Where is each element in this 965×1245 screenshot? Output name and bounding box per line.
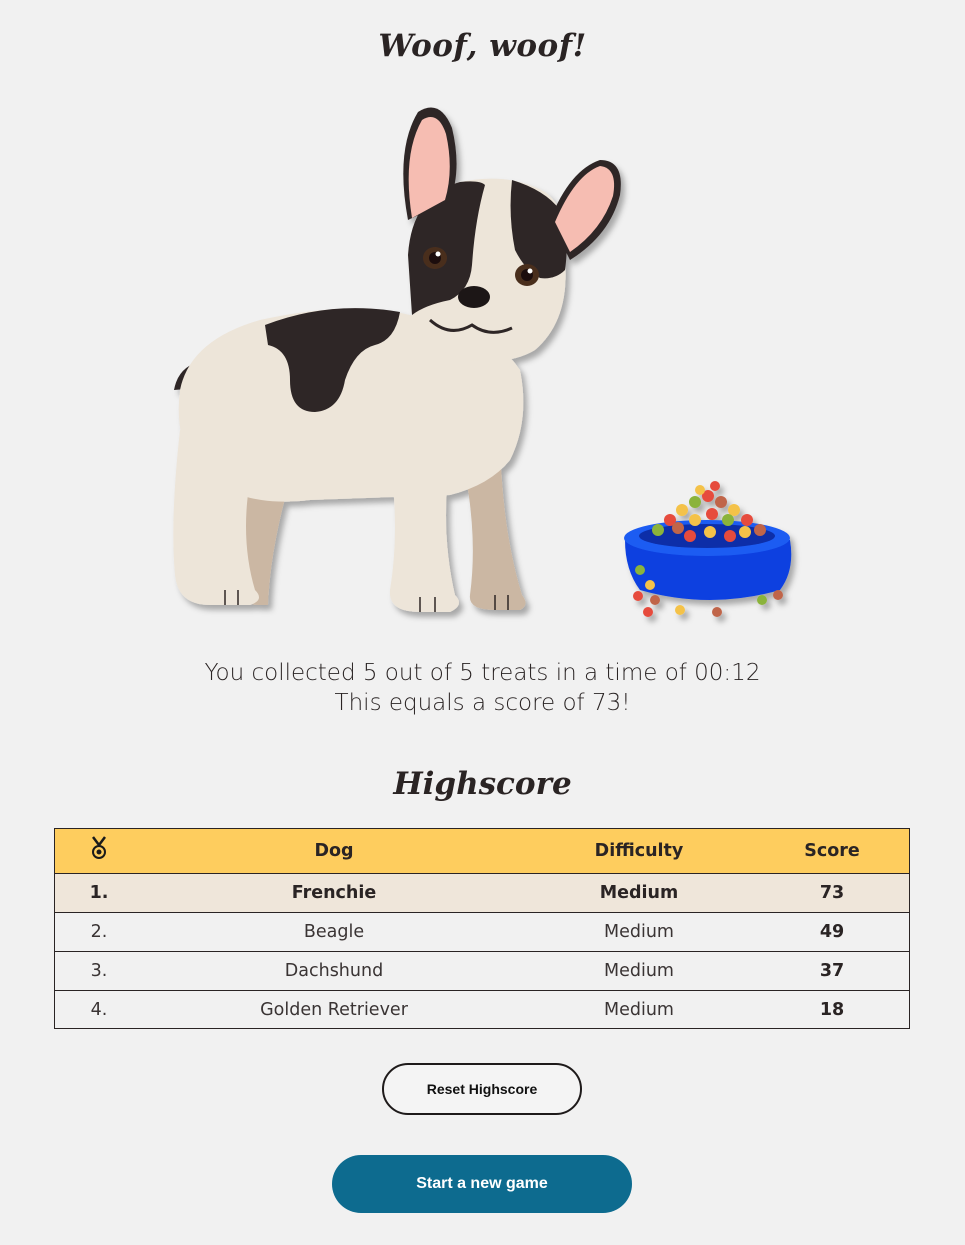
start-new-game-button[interactable]: Start a new game — [332, 1155, 632, 1213]
medal-icon — [91, 836, 107, 865]
table-header-row: Dog Difficulty Score — [54, 828, 910, 874]
score-cell: 49 — [754, 912, 910, 952]
highscore-title: Highscore — [393, 766, 572, 802]
difficulty-cell: Medium — [524, 951, 754, 991]
highscore-table: Dog Difficulty Score 1. Frenchie Medium … — [54, 828, 910, 1029]
result-line-1: You collected 5 out of 5 treats in a tim… — [204, 660, 761, 686]
score-header: Score — [754, 828, 910, 874]
dog-cell: Dachshund — [144, 951, 524, 991]
score-cell: 18 — [754, 990, 910, 1029]
table-row: 2. Beagle Medium 49 — [54, 912, 910, 952]
rank-cell: 1. — [54, 873, 144, 913]
reset-highscore-button[interactable]: Reset Highscore — [382, 1063, 582, 1115]
rank-cell: 3. — [54, 951, 144, 991]
dog-header: Dog — [144, 828, 524, 874]
score-cell: 73 — [754, 873, 910, 913]
page-title: Woof, woof! — [378, 28, 587, 64]
difficulty-header: Difficulty — [524, 828, 754, 874]
difficulty-cell: Medium — [524, 990, 754, 1029]
difficulty-cell: Medium — [524, 912, 754, 952]
dog-illustration — [150, 100, 830, 640]
table-row: 1. Frenchie Medium 73 — [54, 873, 910, 913]
table-row: 3. Dachshund Medium 37 — [54, 951, 910, 991]
rank-cell: 2. — [54, 912, 144, 952]
result-text: You collected 5 out of 5 treats in a tim… — [0, 658, 965, 718]
score-cell: 37 — [754, 951, 910, 991]
rank-cell: 4. — [54, 990, 144, 1029]
dog-cell: Golden Retriever — [144, 990, 524, 1029]
dog-cell: Frenchie — [144, 873, 524, 913]
difficulty-cell: Medium — [524, 873, 754, 913]
rank-header — [54, 828, 144, 874]
dog-cell: Beagle — [144, 912, 524, 952]
result-line-2: This equals a score of 73! — [334, 690, 631, 716]
table-row: 4. Golden Retriever Medium 18 — [54, 990, 910, 1029]
